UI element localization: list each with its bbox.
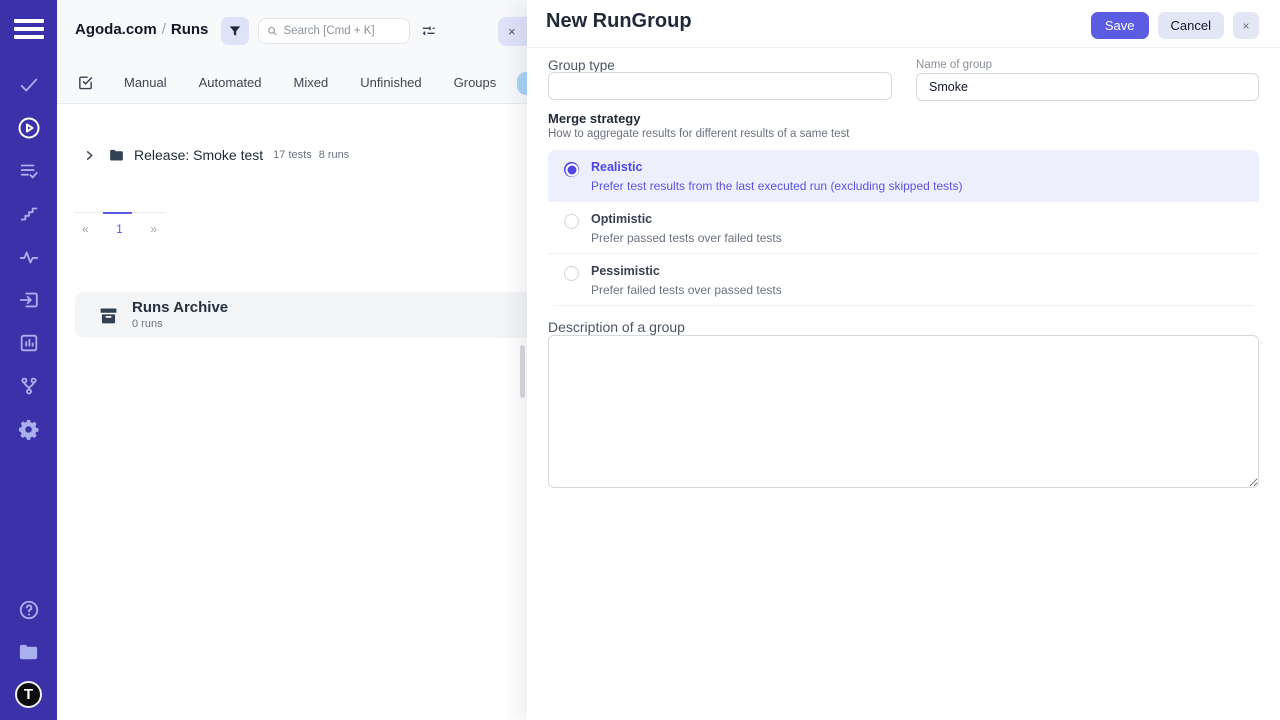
name-of-group-input[interactable] <box>916 73 1259 101</box>
tab-unfinished[interactable]: Unfinished <box>344 69 437 96</box>
runs-archive-row[interactable]: Runs Archive 0 runs <box>75 292 527 338</box>
tune-button[interactable] <box>420 19 444 43</box>
breadcrumb-project[interactable]: Agoda.com <box>75 21 157 38</box>
select-all-icon[interactable] <box>77 73 94 93</box>
drawer-body: Group type Name of group Merge strategy … <box>527 48 1280 720</box>
funnel-icon <box>228 24 242 38</box>
description-label: Description of a group <box>548 319 685 335</box>
runs-panel-header: Agoda.com/Runs × <box>57 0 527 62</box>
archive-count: 0 runs <box>132 318 228 330</box>
folder-solid-icon <box>108 147 125 164</box>
radio-selected-icon[interactable] <box>564 162 579 177</box>
merge-strategy-options: Realistic Prefer test results from the l… <box>548 150 1259 306</box>
list-check-icon[interactable] <box>16 158 42 184</box>
run-group-title[interactable]: Release: Smoke test <box>134 147 263 163</box>
app-root: T Agoda.com/Runs × <box>0 0 1280 720</box>
archive-title: Runs Archive <box>132 300 228 316</box>
merge-strategy-title: Merge strategy <box>548 111 640 126</box>
search-box <box>258 18 410 44</box>
close-icon: × <box>508 24 516 39</box>
hamburger-menu-icon[interactable] <box>14 14 44 44</box>
runs-filter-tabs: Manual Automated Mixed Unfinished Groups… <box>57 62 527 104</box>
option-description: Prefer failed tests over passed tests <box>591 283 782 297</box>
option-realistic[interactable]: Realistic Prefer test results from the l… <box>548 150 1259 202</box>
breadcrumb-section[interactable]: Runs <box>171 21 209 38</box>
folder-icon[interactable] <box>16 639 42 665</box>
name-of-group-label: Name of group <box>916 59 992 71</box>
filter-button[interactable] <box>221 17 249 45</box>
sliders-icon <box>420 23 437 40</box>
import-box-icon[interactable] <box>16 287 42 313</box>
tab-automated[interactable]: Automated <box>183 69 278 96</box>
option-label: Pessimistic <box>591 264 782 279</box>
chevron-right-icon[interactable] <box>84 150 100 161</box>
merge-strategy-subtitle: How to aggregate results for different r… <box>548 128 850 140</box>
drawer-header: New RunGroup Save Cancel × <box>527 0 1280 48</box>
group-type-label: Group type <box>548 58 615 73</box>
panel-scrollbar-handle[interactable] <box>520 345 525 398</box>
run-group-row[interactable]: Release: Smoke test 17 tests 8 runs <box>57 142 527 168</box>
option-label: Optimistic <box>591 212 782 227</box>
tab-groups[interactable]: Groups <box>438 69 513 96</box>
pagination-next[interactable]: » <box>150 222 157 236</box>
tests-count: 17 tests <box>273 149 312 161</box>
branch-icon[interactable] <box>16 373 42 399</box>
drawer-close-button[interactable]: × <box>1233 12 1259 39</box>
check-icon[interactable] <box>16 72 42 98</box>
steps-icon[interactable] <box>16 201 42 227</box>
tab-mixed[interactable]: Mixed <box>278 69 345 96</box>
breadcrumb: Agoda.com/Runs <box>75 21 208 38</box>
close-icon: × <box>1242 19 1249 33</box>
pagination: « 1 » <box>74 212 165 236</box>
description-textarea[interactable] <box>548 335 1259 488</box>
drawer-title: New RunGroup <box>546 10 692 33</box>
help-icon[interactable] <box>16 597 42 623</box>
play-circle-icon[interactable] <box>16 115 42 141</box>
group-type-input[interactable] <box>548 72 892 100</box>
logo-letter: T <box>24 686 33 703</box>
option-pessimistic[interactable]: Pessimistic Prefer failed tests over pas… <box>548 254 1259 306</box>
option-description: Prefer passed tests over failed tests <box>591 231 782 245</box>
sidebar-rail: T <box>0 0 57 720</box>
save-button[interactable]: Save <box>1091 12 1149 39</box>
option-optimistic[interactable]: Optimistic Prefer passed tests over fail… <box>548 202 1259 254</box>
radio-icon[interactable] <box>564 266 579 281</box>
pagination-page-1[interactable]: 1 <box>116 222 123 236</box>
gear-icon[interactable] <box>16 416 42 442</box>
pagination-prev[interactable]: « <box>82 222 89 236</box>
runs-count: 8 runs <box>319 149 350 161</box>
runs-panel: Agoda.com/Runs × Manual Automated Mixed <box>57 0 527 720</box>
pulse-icon[interactable] <box>16 244 42 270</box>
option-label: Realistic <box>591 160 963 175</box>
bar-chart-icon[interactable] <box>16 330 42 356</box>
new-rungroup-drawer: New RunGroup Save Cancel × Group type Na… <box>527 0 1280 720</box>
radio-icon[interactable] <box>564 214 579 229</box>
search-input[interactable] <box>284 25 401 37</box>
cancel-button[interactable]: Cancel <box>1158 12 1224 39</box>
logo-avatar[interactable]: T <box>15 681 42 708</box>
archive-box-icon <box>98 305 119 326</box>
active-page-indicator <box>103 212 132 214</box>
search-icon <box>267 25 278 37</box>
breadcrumb-separator: / <box>157 21 171 38</box>
tab-manual[interactable]: Manual <box>108 69 183 96</box>
option-description: Prefer test results from the last execut… <box>591 179 963 193</box>
